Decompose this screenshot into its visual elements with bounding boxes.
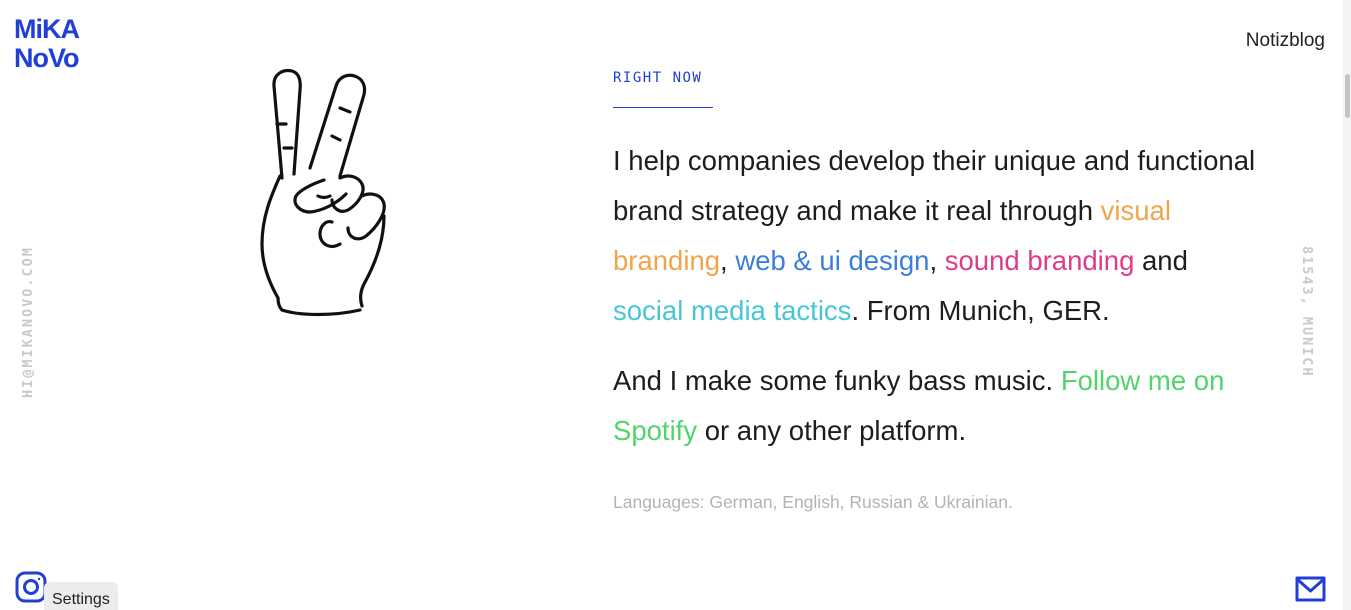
intro-comma: , bbox=[720, 245, 736, 276]
page: MiKA NoVo Notizblog HI@MIKANOVO.COM 8154… bbox=[0, 0, 1351, 610]
nav-notizblog[interactable]: Notizblog bbox=[1246, 30, 1325, 52]
link-social-media-tactics[interactable]: social media tactics bbox=[613, 295, 851, 326]
music-text: And I make some funky bass music. bbox=[613, 365, 1061, 396]
main-content: RIGHT NOW I help companies develop their… bbox=[613, 66, 1263, 513]
mikanovo-logo: MiKA NoVo bbox=[14, 14, 80, 70]
scrollbar[interactable] bbox=[1343, 0, 1351, 610]
email-vertical-text[interactable]: HI@MIKANOVO.COM bbox=[20, 236, 36, 398]
music-text-end: or any other platform. bbox=[697, 415, 967, 446]
svg-text:NoVo: NoVo bbox=[14, 43, 79, 70]
music-paragraph: And I make some funky bass music. Follow… bbox=[613, 356, 1263, 456]
logo-link[interactable]: MiKA NoVo bbox=[14, 12, 98, 70]
link-sound-branding[interactable]: sound branding bbox=[945, 245, 1135, 276]
intro-and: and bbox=[1134, 245, 1188, 276]
peace-hand-icon bbox=[252, 66, 397, 318]
link-web-ui-design[interactable]: web & ui design bbox=[735, 245, 929, 276]
mail-icon[interactable] bbox=[1295, 576, 1326, 602]
section-label: RIGHT NOW bbox=[613, 70, 703, 86]
intro-location-text: . From Munich, GER. bbox=[851, 295, 1110, 326]
instagram-icon[interactable] bbox=[15, 571, 47, 603]
scrollbar-thumb[interactable] bbox=[1345, 74, 1350, 118]
svg-text:MiKA: MiKA bbox=[14, 14, 79, 44]
section-label-underline bbox=[613, 107, 713, 108]
intro-paragraph: I help companies develop their unique an… bbox=[613, 136, 1263, 336]
languages-note: Languages: German, English, Russian & Uk… bbox=[613, 492, 1013, 512]
location-vertical-text: 81543, MUNICH bbox=[1299, 246, 1315, 378]
intro-comma: , bbox=[929, 245, 945, 276]
settings-button[interactable]: Settings bbox=[44, 582, 118, 610]
